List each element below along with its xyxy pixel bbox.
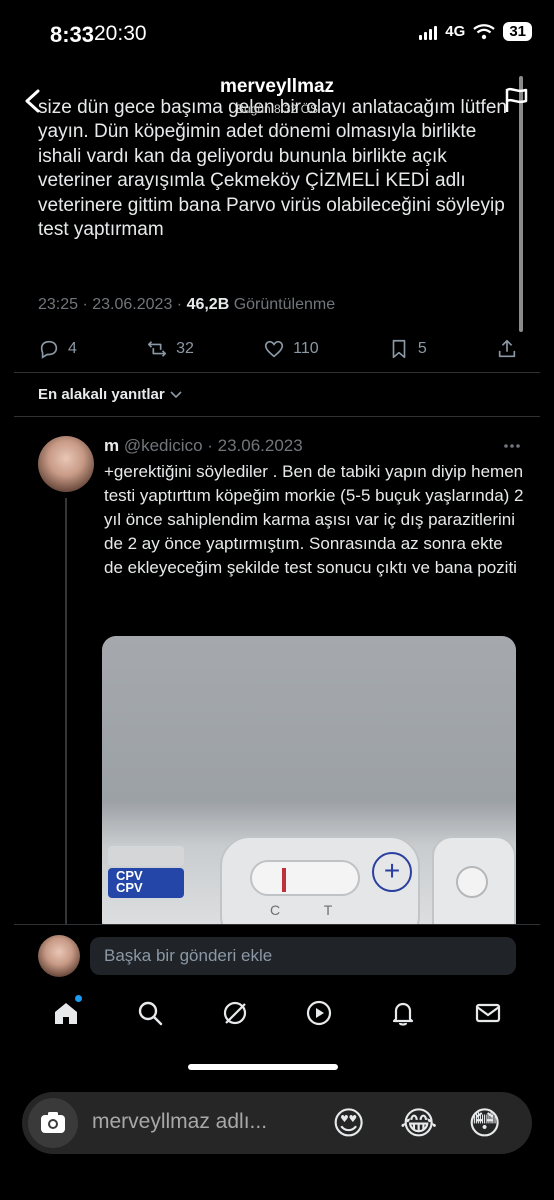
flushed-emoji-button[interactable]: 😳 xyxy=(468,1104,501,1142)
inner-status-icons: 4G 31 xyxy=(419,22,532,41)
avatar[interactable] xyxy=(38,436,94,492)
share-icon xyxy=(498,339,516,358)
network-label: 4G xyxy=(445,23,466,40)
test-window-letters: C T xyxy=(270,902,353,918)
like-count: 110 xyxy=(293,340,319,357)
thread-line xyxy=(65,498,67,928)
camera-icon xyxy=(41,1112,65,1133)
sample-well xyxy=(432,836,516,936)
avatar xyxy=(38,935,80,977)
reply-count: 4 xyxy=(68,340,77,357)
repost-count: 32 xyxy=(176,340,194,357)
bookmark-count: 5 xyxy=(417,340,427,357)
repost-action[interactable]: 32 xyxy=(146,338,194,360)
wifi-icon xyxy=(473,23,496,39)
flag-icon[interactable] xyxy=(502,86,530,114)
divider xyxy=(14,372,540,373)
reply-author-name[interactable]: m xyxy=(104,436,119,455)
battery-indicator: 31 xyxy=(503,22,532,41)
share-action[interactable] xyxy=(496,338,518,360)
search-icon[interactable] xyxy=(136,999,164,1027)
reply-tweet[interactable]: m @kedicico · 23.06.2023 +gerektiğini sö… xyxy=(14,426,540,936)
tweet-time: 23:25 · 23.06.2023 · xyxy=(38,296,187,313)
control-line xyxy=(282,868,286,892)
messages-icon[interactable] xyxy=(474,999,502,1027)
story-header: merveyllmaz Bugün 8:32 ÖS xyxy=(14,74,540,124)
story-username[interactable]: merveyllmaz xyxy=(14,76,540,98)
outer-clock: 8:33 xyxy=(50,22,95,47)
divider xyxy=(14,416,540,417)
home-icon[interactable] xyxy=(52,995,83,1027)
story-reply-input[interactable]: merveyllmaz adlı... xyxy=(92,1110,267,1134)
heart-icon xyxy=(265,340,284,358)
reply-icon xyxy=(40,340,58,359)
sample-hole xyxy=(456,866,488,898)
story-timestamp: Bugün 8:32 ÖS xyxy=(235,102,319,116)
repost-icon xyxy=(148,341,167,357)
bottom-tabbar xyxy=(14,988,540,1038)
kit-label: CPV CPV xyxy=(108,868,184,898)
kit-label-line-2: CPV xyxy=(116,880,143,895)
bookmark-action[interactable]: 5 xyxy=(388,338,427,360)
reply-action[interactable]: 4 xyxy=(38,338,77,360)
story-reply-bar: merveyllmaz adlı... 😍 😂 😳 xyxy=(22,1092,532,1154)
kit-tab xyxy=(108,846,184,866)
positive-mark: + xyxy=(372,852,412,892)
heart-eyes-emoji-button[interactable]: 😍 xyxy=(332,1104,365,1142)
laughing-emoji-button[interactable]: 😂 xyxy=(400,1104,437,1142)
inner-clock: 20:30 xyxy=(94,22,147,45)
tweet-views: 46,2B xyxy=(186,296,230,313)
more-options-icon[interactable] xyxy=(502,438,522,454)
reply-image-test-kit[interactable]: CPV CPV C T + xyxy=(102,636,516,936)
tweet-meta: 23:25 · 23.06.2023 · 46,2B Görüntülenme xyxy=(38,296,335,314)
notification-dot xyxy=(75,995,83,1002)
test-window xyxy=(250,860,360,896)
notifications-icon[interactable] xyxy=(389,999,417,1027)
reply-sort-label: En alakalı yanıtlar xyxy=(38,386,165,403)
signal-icon xyxy=(419,24,438,40)
video-icon[interactable] xyxy=(305,999,333,1027)
reply-sort-dropdown[interactable]: En alakalı yanıtlar xyxy=(38,386,183,403)
compose-input[interactable]: Başka bir gönderi ekle xyxy=(90,937,516,975)
chevron-down-icon xyxy=(170,390,182,398)
tweet-views-label: Görüntülenme xyxy=(229,296,336,313)
home-indicator xyxy=(188,1064,338,1070)
grok-icon[interactable] xyxy=(221,999,249,1027)
camera-button[interactable] xyxy=(28,1098,78,1148)
bookmark-icon xyxy=(392,339,406,359)
reply-handle-date: @kedicico · 23.06.2023 xyxy=(119,436,303,455)
story-panel: size dün gece başıma gelen bir olayı anl… xyxy=(14,66,540,1084)
reply-header: m @kedicico · 23.06.2023 xyxy=(104,436,303,456)
reply-text: +gerektiğini söylediler . Ben de tabiki … xyxy=(104,462,524,577)
like-action[interactable]: 110 xyxy=(263,338,319,360)
compose-bar: Başka bir gönderi ekle xyxy=(14,924,540,984)
tweet-action-bar: 4 32 110 5 xyxy=(38,334,518,364)
